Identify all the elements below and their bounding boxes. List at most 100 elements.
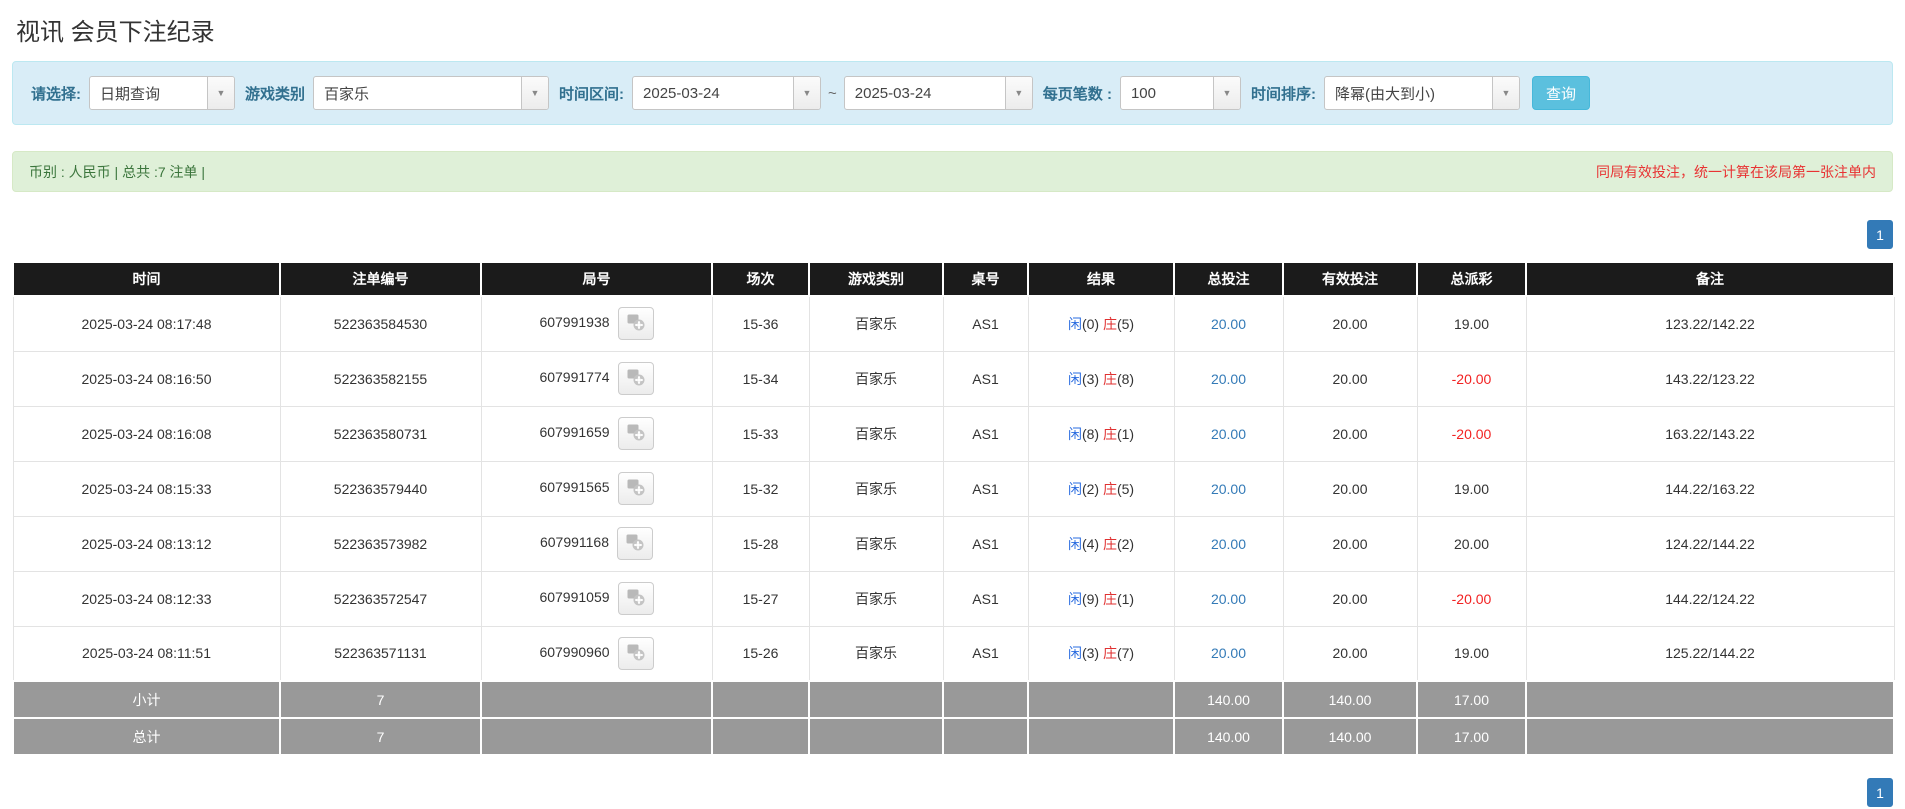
video-record-icon: [626, 312, 646, 335]
time-cell: 2025-03-24 08:16:08: [12, 405, 281, 462]
total-bet-amount[interactable]: 20.00: [1211, 481, 1246, 497]
table-no-cell: AS1: [942, 570, 1029, 627]
result-banker-count: (5): [1116, 315, 1135, 332]
result-cell: 闲(2) 庄(5): [1027, 460, 1175, 517]
round-cell: 607991659: [480, 405, 713, 462]
round-cell: 607991565: [480, 460, 713, 517]
bet-records-table: 时间 注单编号 局号 场次 游戏类别 桌号 结果 总投注 有效投注 总派彩 备注…: [12, 261, 1895, 756]
result-cell: 闲(3) 庄(8): [1027, 350, 1175, 407]
payout-amount: -20.00: [1451, 370, 1492, 387]
total-bet-amount[interactable]: 20.00: [1211, 371, 1246, 387]
session-cell: 15-36: [711, 295, 810, 352]
result-player-label: 闲: [1067, 535, 1082, 552]
session-cell: 15-28: [711, 515, 810, 572]
video-replay-button[interactable]: [617, 417, 654, 450]
total-bet-cell: 20.00: [1173, 460, 1284, 517]
query-type-caret-button[interactable]: ▼: [207, 77, 234, 109]
remark-cell: 144.22/163.22: [1525, 460, 1895, 517]
time-cell: 2025-03-24 08:12:33: [12, 570, 281, 627]
time-cell: 2025-03-24 08:16:50: [12, 350, 281, 407]
video-replay-button[interactable]: [617, 582, 654, 615]
result-player-count: (8): [1081, 425, 1103, 442]
remark-cell: 123.22/142.22: [1525, 295, 1895, 352]
valid-bet-cell: 20.00: [1282, 295, 1418, 352]
round-number: 607991565: [539, 479, 610, 496]
total-bet-amount[interactable]: 20.00: [1211, 426, 1246, 442]
remark-cell: 125.22/144.22: [1525, 625, 1895, 682]
round-cell: 607991774: [480, 350, 713, 407]
date-to-caret-button[interactable]: ▼: [1004, 77, 1032, 109]
game-type-input[interactable]: [314, 77, 522, 109]
total-bet-amount[interactable]: 20.00: [1211, 645, 1246, 661]
chevron-down-icon: ▼: [530, 87, 540, 98]
total-bet-amount[interactable]: 20.00: [1211, 316, 1246, 332]
query-type-combobox[interactable]: ▼: [89, 76, 235, 110]
table-row: 2025-03-24 08:12:33 522363572547 607991059…: [12, 570, 1895, 627]
per-page-input[interactable]: [1120, 77, 1213, 109]
table-row: 2025-03-24 08:17:48 522363584530 607991938…: [12, 295, 1895, 352]
time-sort-caret-button[interactable]: ▼: [1491, 77, 1519, 109]
time-cell: 2025-03-24 08:11:51: [12, 625, 281, 682]
table-no-cell: AS1: [942, 350, 1029, 407]
table-no-cell: AS1: [942, 295, 1029, 352]
header-payout: 总派彩: [1416, 261, 1527, 297]
remark-cell: 143.22/123.22: [1525, 350, 1895, 407]
result-banker-count: (1): [1116, 590, 1135, 607]
table-header: 时间 注单编号 局号 场次 游戏类别 桌号 结果 总投注 有效投注 总派彩 备注: [12, 261, 1895, 297]
table-row: 2025-03-24 08:15:33 522363579440 607991565…: [12, 460, 1895, 517]
query-type-input[interactable]: [90, 77, 207, 109]
session-cell: 15-27: [711, 570, 810, 627]
result-cell: 闲(3) 庄(7): [1027, 625, 1175, 682]
video-replay-button[interactable]: [617, 362, 654, 395]
subtotal-row-valid-bet-cell: 140.00: [1282, 680, 1418, 719]
header-round-id: 局号: [480, 261, 713, 297]
video-replay-button[interactable]: [617, 307, 654, 341]
video-replay-button[interactable]: [617, 527, 654, 560]
time-sort-combobox[interactable]: ▼: [1323, 76, 1520, 110]
game-type-caret-button[interactable]: ▼: [521, 77, 549, 109]
video-replay-button[interactable]: [617, 636, 654, 670]
date-to-combobox[interactable]: ▼: [843, 76, 1033, 110]
total-bet-cell: 20.00: [1173, 295, 1284, 352]
round-number: 607991774: [539, 369, 610, 386]
result-player-label: 闲: [1067, 315, 1082, 332]
round-number: 607991059: [539, 589, 610, 606]
header-game-type: 游戏类别: [808, 261, 944, 297]
total-bet-amount[interactable]: 20.00: [1211, 536, 1246, 552]
page-title: 视讯 会员下注纪录: [16, 19, 215, 46]
time-range-label: 时间区间:: [559, 85, 625, 103]
valid-bet-cell: 20.00: [1282, 515, 1418, 572]
payout-cell: 19.00: [1416, 295, 1527, 352]
video-record-icon: [626, 477, 646, 500]
per-page-caret-button[interactable]: ▼: [1212, 77, 1240, 109]
per-page-combobox[interactable]: ▼: [1119, 76, 1241, 110]
time-sort-input[interactable]: [1324, 77, 1492, 109]
result-player-count: (3): [1081, 645, 1103, 662]
game-type-label: 游戏类别: [245, 85, 306, 103]
subtotal-row-count-cell: 7: [279, 680, 482, 719]
game-type-combobox[interactable]: ▼: [313, 76, 550, 110]
game-type-cell: 百家乐: [808, 570, 944, 627]
date-to-input[interactable]: [844, 77, 1005, 109]
subtotal-row-payout-cell: 17.00: [1416, 680, 1527, 719]
valid-bet-cell: 20.00: [1282, 460, 1418, 517]
video-replay-button[interactable]: [617, 472, 654, 505]
remark-cell: 144.22/124.22: [1525, 570, 1895, 627]
page-1-button[interactable]: 1: [1867, 778, 1893, 807]
page-1-button[interactable]: 1: [1867, 220, 1893, 249]
result-cell: 闲(9) 庄(1): [1027, 570, 1175, 627]
summary-note: 同局有效投注，统一计算在该局第一张注单内: [1596, 163, 1876, 180]
date-from-combobox[interactable]: ▼: [632, 76, 822, 110]
filter-bar: 请选择: ▼ 游戏类别 ▼ 时间区间: ▼ ~ ▼ 每页笔数 : ▼ 时间排序:…: [12, 61, 1893, 125]
subtotal-row-game-cell: [808, 680, 944, 719]
payout-amount: 20.00: [1453, 535, 1490, 552]
remark-cell: 163.22/143.22: [1525, 405, 1895, 462]
subtotal-row-result-cell: [1027, 680, 1175, 719]
query-button[interactable]: 查询: [1531, 76, 1590, 110]
grand-total-row: 总计 7 140.00 140.00 17.00: [12, 717, 1895, 756]
total-bet-amount[interactable]: 20.00: [1211, 591, 1246, 607]
date-from-input[interactable]: [633, 77, 794, 109]
video-record-icon: [626, 422, 646, 445]
date-from-caret-button[interactable]: ▼: [793, 77, 821, 109]
payout-amount: 19.00: [1453, 315, 1490, 332]
